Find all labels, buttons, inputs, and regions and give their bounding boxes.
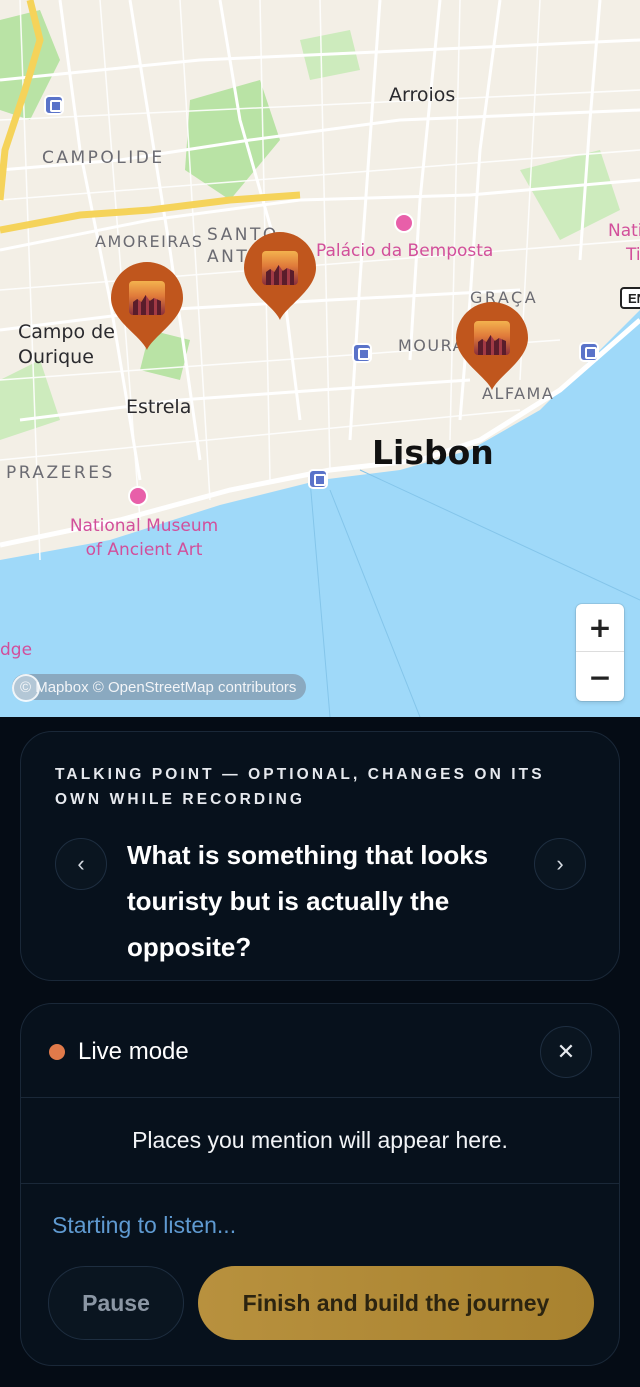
poi-label[interactable]: National Museum of Ancient Art bbox=[64, 514, 224, 562]
zoom-out-button[interactable]: − bbox=[576, 653, 624, 701]
road-shield: EN bbox=[620, 287, 640, 309]
pin-thumbnail-icon bbox=[262, 251, 298, 285]
previous-prompt-button[interactable]: ‹ bbox=[55, 838, 107, 890]
district-label: MOURA bbox=[398, 336, 466, 355]
city-label: Lisbon bbox=[372, 433, 494, 472]
zoom-control: + − bbox=[576, 604, 624, 701]
map-attribution[interactable]: © Mapbox © OpenStreetMap contributors bbox=[12, 674, 307, 700]
close-icon: ✕ bbox=[556, 1039, 576, 1064]
district-label: PRAZERES bbox=[6, 463, 115, 483]
close-button[interactable]: ✕ bbox=[540, 1026, 592, 1078]
chevron-right-icon: › bbox=[556, 851, 564, 876]
poi-label: Nati bbox=[608, 221, 640, 241]
museum-icon[interactable] bbox=[128, 486, 148, 506]
location-pin[interactable] bbox=[456, 302, 528, 394]
area-label: Estrela bbox=[126, 396, 192, 418]
pin-thumbnail-icon bbox=[129, 281, 165, 315]
places-placeholder: Places you mention will appear here. bbox=[132, 1127, 508, 1153]
listening-status: Starting to listen... bbox=[52, 1212, 237, 1238]
recording-dot-icon bbox=[49, 1044, 65, 1060]
metro-station-icon[interactable] bbox=[352, 343, 372, 363]
attribution-text[interactable]: © Mapbox © OpenStreetMap contributors bbox=[20, 679, 296, 696]
metro-station-icon[interactable] bbox=[308, 469, 328, 489]
area-label: Arroios bbox=[389, 84, 456, 106]
talking-point-question: What is something that looks touristy bu… bbox=[127, 840, 489, 962]
pin-thumbnail-icon bbox=[474, 321, 510, 355]
district-label: CAMPOLIDE bbox=[42, 148, 165, 168]
talking-point-card: TALKING POINT — OPTIONAL, CHANGES ON ITS… bbox=[20, 731, 620, 981]
live-mode-header: Live mode ✕ bbox=[21, 1004, 619, 1098]
pause-button[interactable]: Pause bbox=[48, 1266, 184, 1340]
poi-icon[interactable] bbox=[394, 213, 414, 233]
poi-label: dge bbox=[0, 640, 33, 660]
live-mode-card: Live mode ✕ Places you mention will appe… bbox=[20, 1003, 620, 1366]
chevron-left-icon: ‹ bbox=[77, 851, 85, 876]
recording-panel: TALKING POINT — OPTIONAL, CHANGES ON ITS… bbox=[0, 717, 640, 1387]
mapbox-logo-icon[interactable] bbox=[12, 674, 40, 702]
location-pin[interactable] bbox=[111, 262, 183, 354]
location-pin[interactable] bbox=[244, 232, 316, 324]
poi-label: Ti bbox=[626, 245, 640, 265]
finish-journey-button[interactable]: Finish and build the journey bbox=[198, 1266, 594, 1340]
zoom-in-button[interactable]: + bbox=[576, 604, 624, 652]
next-prompt-button[interactable]: › bbox=[534, 838, 586, 890]
metro-station-icon[interactable] bbox=[44, 95, 64, 115]
map-view[interactable]: CAMPOLIDE AMOREIRAS SANTO ANT GRAÇA MOUR… bbox=[0, 0, 640, 717]
district-label: AMOREIRAS bbox=[95, 232, 204, 251]
talking-point-eyebrow: TALKING POINT — OPTIONAL, CHANGES ON ITS… bbox=[55, 766, 545, 808]
places-list: Places you mention will appear here. bbox=[21, 1098, 619, 1184]
metro-station-icon[interactable] bbox=[579, 342, 599, 362]
live-mode-title: Live mode bbox=[78, 1038, 189, 1065]
poi-label[interactable]: Palácio da Bemposta bbox=[316, 243, 493, 260]
